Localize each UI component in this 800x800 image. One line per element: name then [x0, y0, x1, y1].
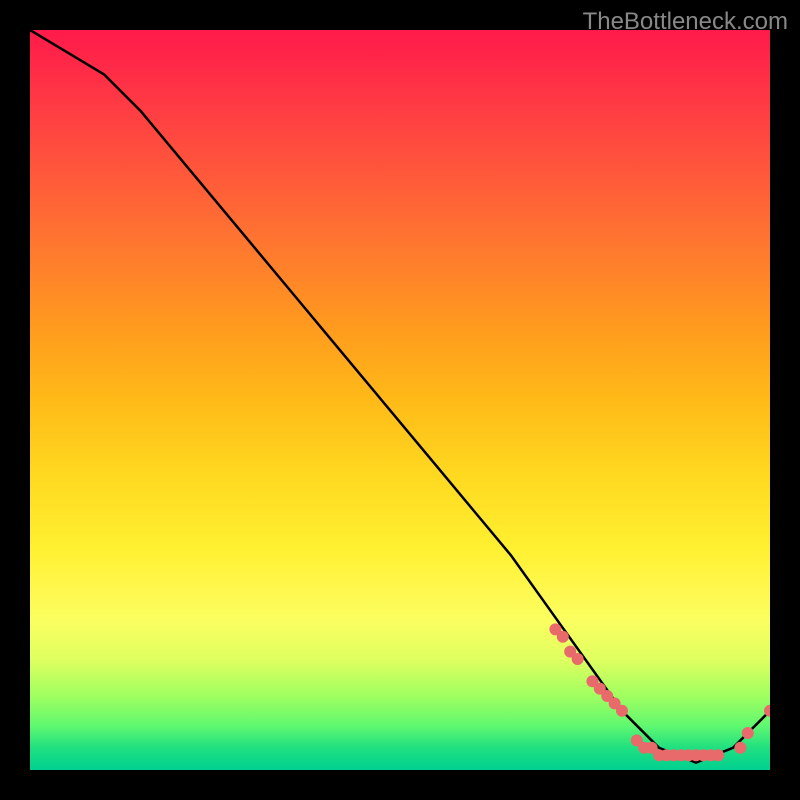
plot-area	[30, 30, 770, 770]
data-marker	[712, 749, 724, 761]
bottleneck-curve-path	[30, 30, 770, 763]
data-marker	[742, 727, 754, 739]
data-markers	[549, 623, 770, 761]
data-marker	[616, 705, 628, 717]
watermark-label: TheBottleneck.com	[583, 8, 788, 36]
data-marker	[572, 653, 584, 665]
chart-svg	[30, 30, 770, 770]
data-marker	[557, 631, 569, 643]
chart-container: TheBottleneck.com	[0, 0, 800, 800]
data-marker	[734, 742, 746, 754]
curve-line	[30, 30, 770, 763]
